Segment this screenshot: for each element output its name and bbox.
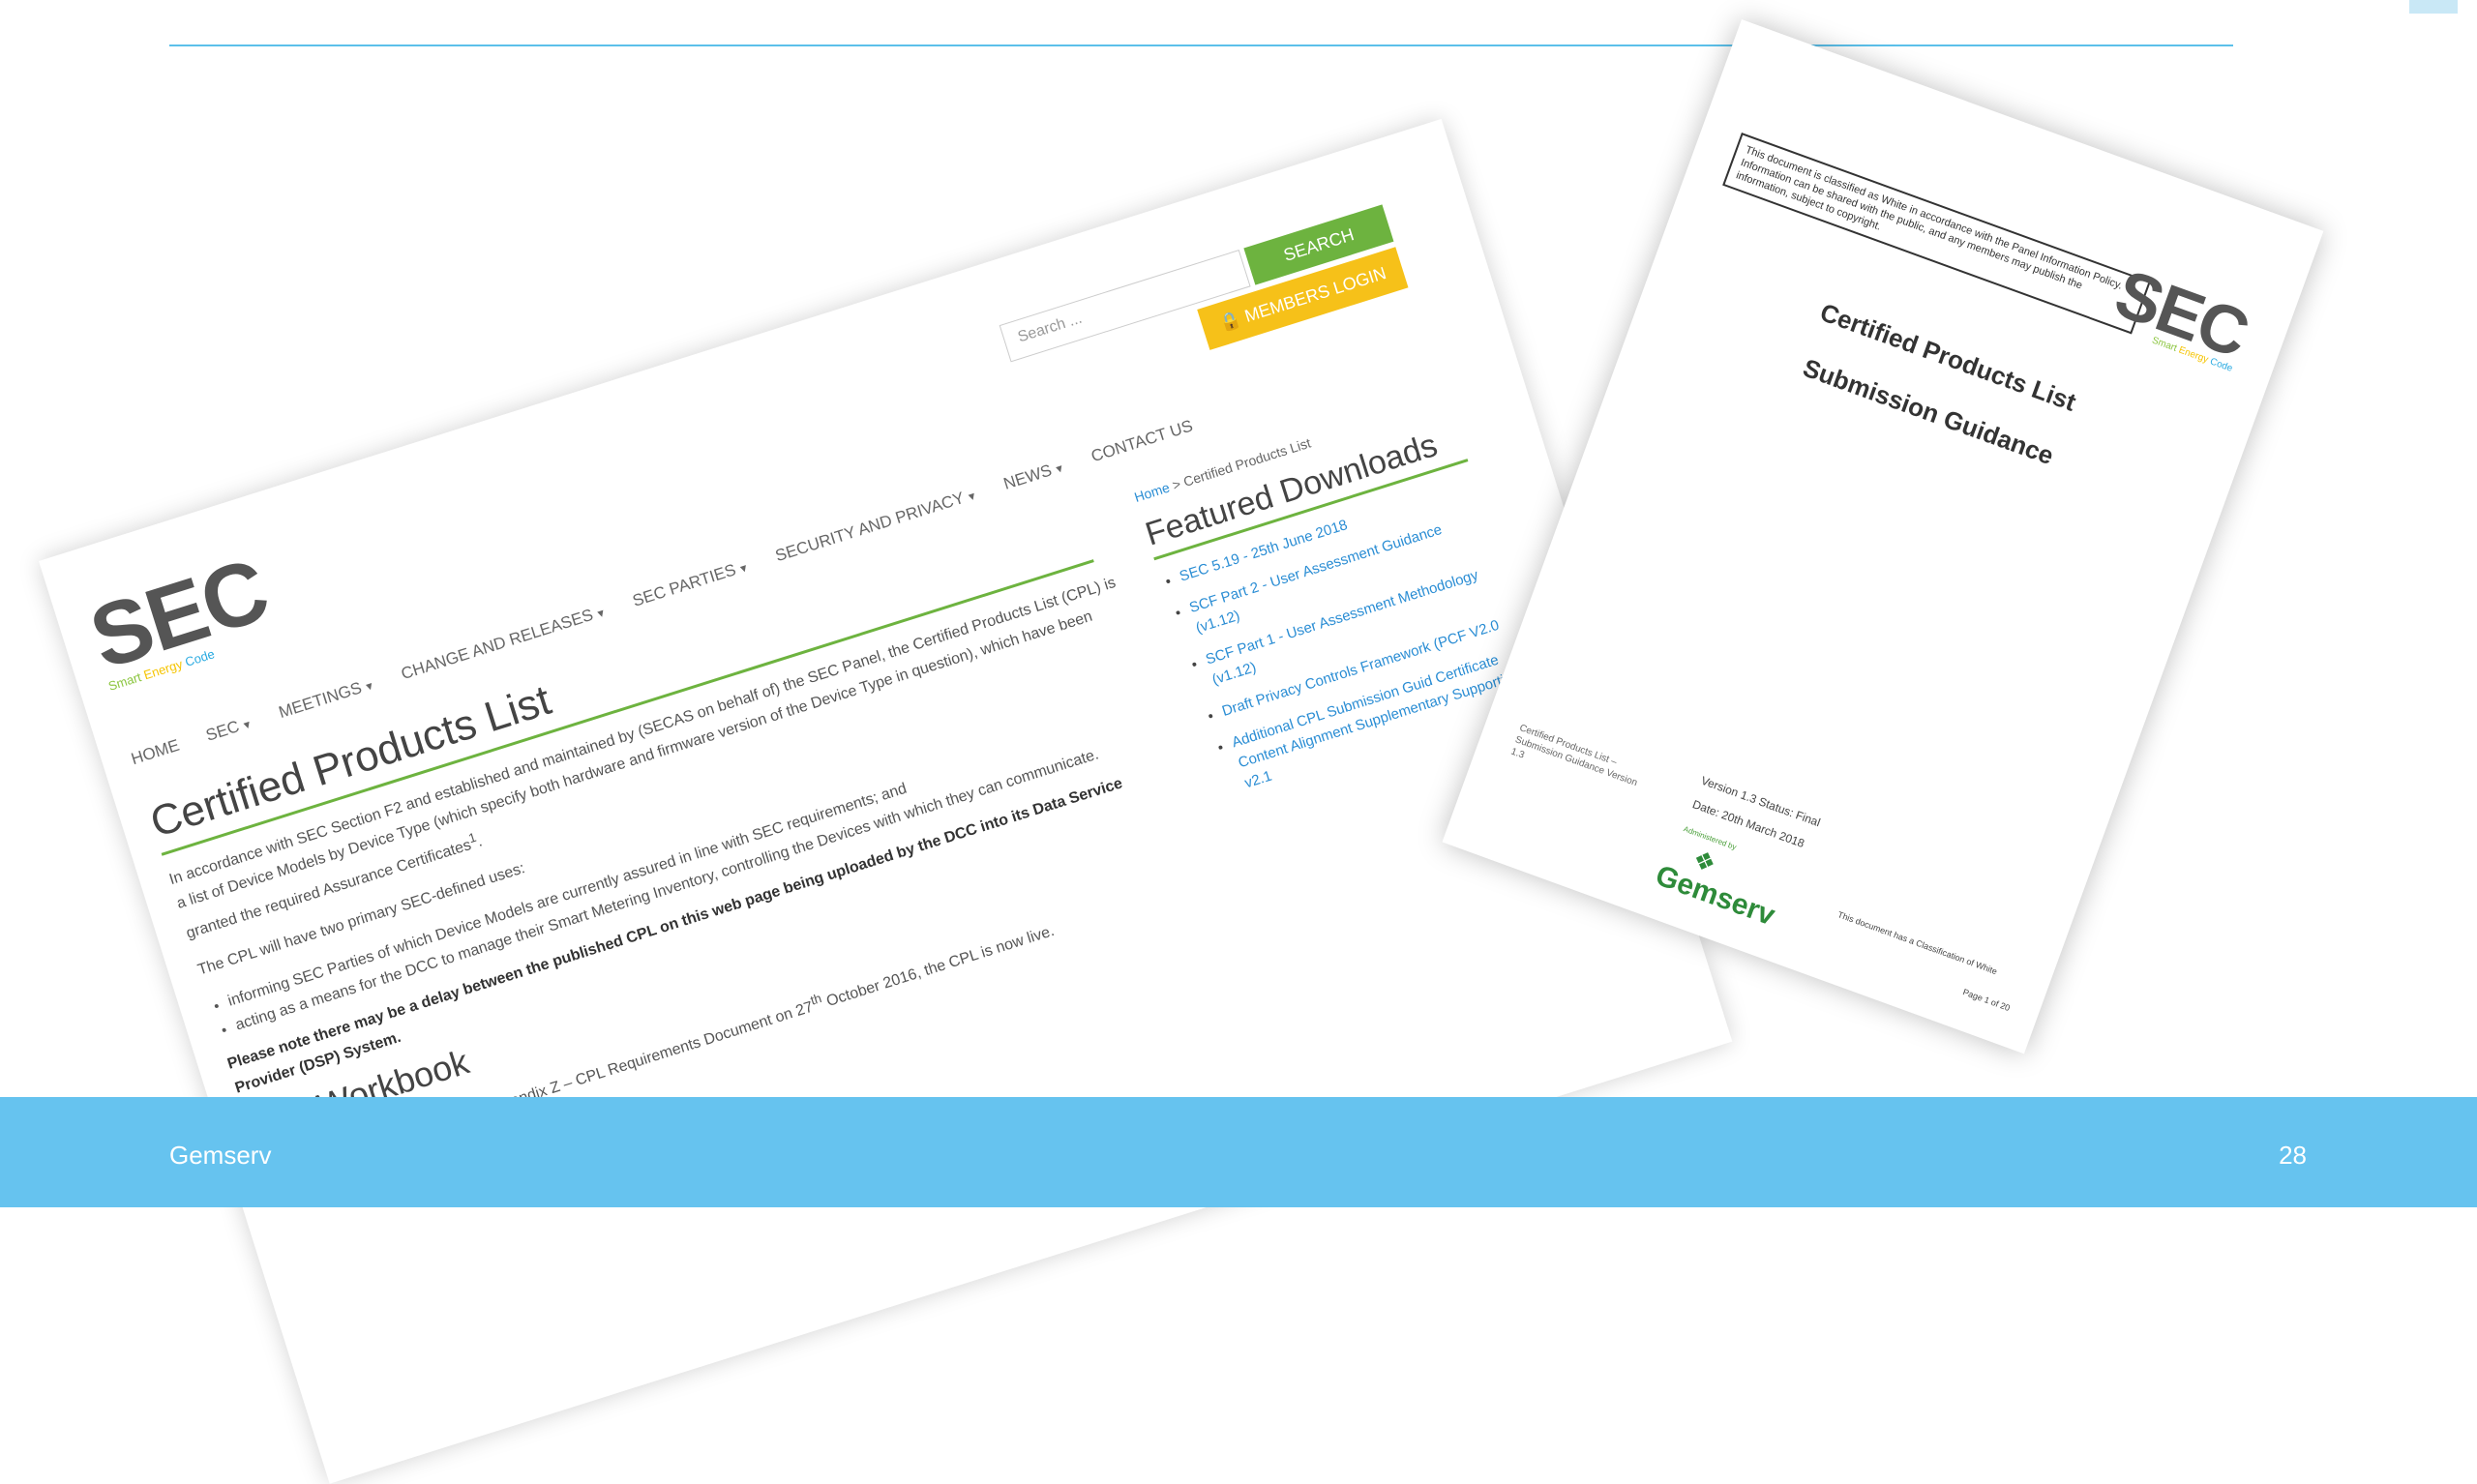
document-footer-left: Certified Products List – Submission Gui… — [1508, 723, 1639, 789]
nav-news-label: NEWS — [1000, 460, 1055, 493]
slide-page-number: 28 — [2279, 1141, 2307, 1170]
nav-parties-label: SEC PARTIES — [630, 560, 738, 610]
caret-down-icon: ▼ — [240, 718, 254, 733]
intro-end: . — [475, 833, 485, 850]
classification-footer: This document has a Classification of Wh… — [1835, 909, 1999, 977]
slide-footer-bar: Gemserv 28 — [0, 1097, 2477, 1207]
lock-icon: 🔒 — [1216, 309, 1244, 335]
breadcrumb-separator: > — [1170, 475, 1183, 493]
document-page-number: Page 1 of 20 — [1961, 987, 2012, 1014]
header-rule — [169, 45, 2233, 46]
caret-down-icon: ▼ — [363, 679, 377, 695]
nav-meetings[interactable]: MEETINGS▼ — [277, 674, 377, 723]
gemserv-logo: ❖ Gemserv — [1651, 836, 1787, 933]
nav-contact[interactable]: CONTACT US — [1089, 416, 1195, 466]
nav-home[interactable]: HOME — [129, 736, 182, 769]
nav-sec-label: SEC — [203, 717, 242, 745]
document-meta: Version 1.3 Status: Final Date: 20th Mar… — [1688, 768, 1824, 858]
caret-down-icon: ▼ — [594, 607, 609, 622]
caret-down-icon: ▼ — [736, 561, 751, 577]
doc-sec-logo: SEC Smart Energy Code — [2104, 255, 2256, 374]
footer-org: Gemserv — [169, 1141, 272, 1170]
caret-down-icon: ▼ — [1053, 461, 1067, 477]
corner-tab — [2409, 0, 2458, 14]
nav-meetings-label: MEETINGS — [276, 678, 365, 723]
breadcrumb-home-link[interactable]: Home — [1132, 479, 1171, 504]
sec-logo[interactable]: SEC Smart Energy Code — [79, 541, 281, 694]
nav-sec[interactable]: SEC▼ — [204, 713, 255, 746]
nav-sec-parties[interactable]: SEC PARTIES▼ — [630, 556, 751, 611]
caret-down-icon: ▼ — [965, 490, 979, 505]
nav-news[interactable]: NEWS▼ — [1001, 457, 1067, 494]
